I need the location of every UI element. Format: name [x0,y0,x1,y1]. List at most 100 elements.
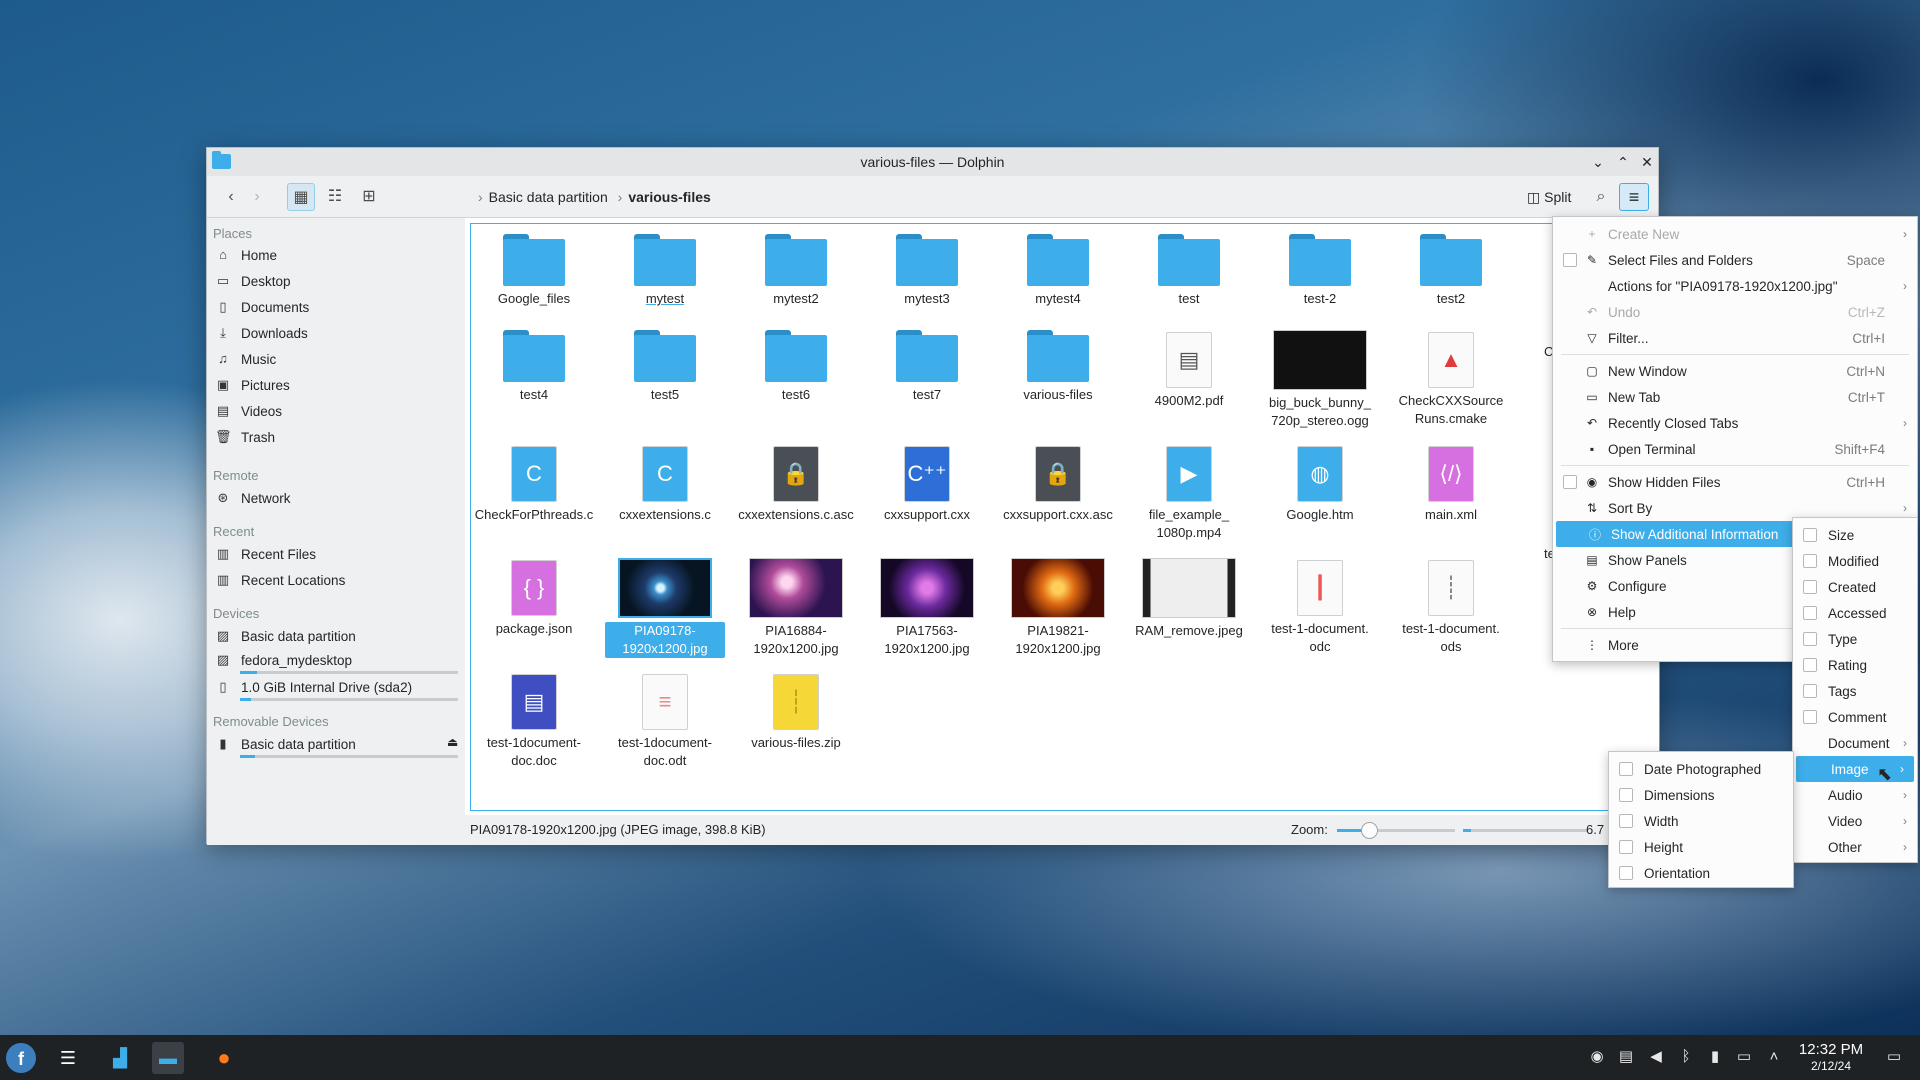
sidebar-item-desktop[interactable]: ▭ Desktop [215,270,291,292]
folder-item[interactable]: various-files [998,330,1118,404]
menu-item-new-window[interactable]: ▢ New Window Ctrl+N [1553,358,1917,384]
sidebar-item-recent-locations[interactable]: ▥ Recent Locations [215,569,345,591]
breadcrumb-item[interactable]: Basic data partition [489,189,608,205]
menu-item-filter[interactable]: ▽ Filter... Ctrl+I [1553,325,1917,351]
maximize-button[interactable]: ⌃ [1614,153,1632,171]
folder-item[interactable]: test [1129,234,1249,308]
clock-date[interactable]: 2/12/24 [1793,1059,1869,1073]
checkbox[interactable] [1803,554,1817,568]
menu-item-height[interactable]: Height [1609,834,1793,860]
menu-item-tags[interactable]: Tags [1793,678,1917,704]
checkbox[interactable] [1803,710,1817,724]
file-item[interactable]: { } package.json [474,558,594,638]
eject-icon[interactable]: ⏏ [447,735,458,749]
menu-item-video[interactable]: Video › [1793,808,1917,834]
file-item[interactable]: ▤ 4900M2.pdf [1129,330,1249,410]
menu-item-created[interactable]: Created [1793,574,1917,600]
menu-item-undo[interactable]: ↶ Undo Ctrl+Z [1553,299,1917,325]
checkbox[interactable] [1803,684,1817,698]
menu-item-dimensions[interactable]: Dimensions [1609,782,1793,808]
file-item[interactable]: RAM_remove.jpeg [1129,558,1249,640]
show-desktop-icon[interactable]: ▭ [1884,1047,1904,1067]
split-button[interactable]: ◫ Split [1523,183,1575,211]
sidebar-item-documents[interactable]: ▯ Documents [215,296,309,318]
clipboard-icon[interactable]: ▤ [1616,1047,1636,1067]
sidebar-item-music[interactable]: ♫ Music [215,348,276,370]
menu-item-create-new[interactable]: + Create New › [1553,221,1917,247]
file-item[interactable]: PIA09178- 1920x1200.jpg [605,558,725,658]
folder-item[interactable]: test5 [605,330,725,404]
menu-item-open-terminal[interactable]: ▪ Open Terminal Shift+F4 [1553,436,1917,462]
sidebar-item-network[interactable]: ⊛ Network [215,487,291,509]
folder-item[interactable]: mytest [605,234,725,308]
sidebar-item-videos[interactable]: ▤ Videos [215,400,282,422]
folder-item[interactable]: mytest3 [867,234,987,308]
zoom-slider[interactable] [1337,822,1455,839]
file-item[interactable]: PIA17563- 1920x1200.jpg [867,558,987,658]
checkbox[interactable] [1619,840,1633,854]
menu-item-new-tab[interactable]: ▭ New Tab Ctrl+T [1553,384,1917,410]
menu-item-orientation[interactable]: Orientation [1609,860,1793,886]
file-item[interactable]: C CheckForPthreads.c [474,444,594,524]
menu-item-actions-for-pia09178-1920x1200-jpg[interactable]: Actions for "PIA09178-1920x1200.jpg" › [1553,273,1917,299]
settings-icon[interactable]: ☰ [52,1042,84,1074]
checkbox[interactable] [1803,580,1817,594]
checkbox[interactable] [1803,606,1817,620]
menu-item-width[interactable]: Width [1609,808,1793,834]
file-item[interactable]: ⟨/⟩ main.xml [1391,444,1511,524]
sidebar-item-recent-files[interactable]: ▥ Recent Files [215,543,316,565]
clock-time[interactable]: 12:32 PM [1793,1041,1869,1058]
file-item[interactable]: C⁺⁺ cxxsupport.cxx [867,444,987,524]
display-icon[interactable]: ▭ [1734,1047,1754,1067]
menu-item-select-files-and-folders[interactable]: ✎ Select Files and Folders Space [1553,247,1917,273]
checkbox[interactable] [1619,866,1633,880]
sidebar-item-device[interactable]: ▨ fedora_mydesktop [215,649,352,671]
sidebar-item-home[interactable]: ⌂ Home [215,244,277,266]
volume-icon[interactable]: ◀ [1646,1047,1666,1067]
file-item[interactable]: PIA16884- 1920x1200.jpg [736,558,856,658]
folder-item[interactable]: mytest2 [736,234,856,308]
menu-item-recently-closed-tabs[interactable]: ↶ Recently Closed Tabs › [1553,410,1917,436]
sidebar-item-device[interactable]: ▯ 1.0 GiB Internal Drive (sda2) [215,676,412,698]
folder-item[interactable]: test4 [474,330,594,404]
checkbox[interactable] [1619,762,1633,776]
menu-item-date-photographed[interactable]: Date Photographed [1609,756,1793,782]
tree-view-button[interactable]: ⊞ [355,183,383,211]
menu-item-size[interactable]: Size [1793,522,1917,548]
folder-item[interactable]: mytest4 [998,234,1118,308]
folder-item[interactable]: test6 [736,330,856,404]
sidebar-item-removable[interactable]: ▮ Basic data partition [215,733,355,755]
hamburger-menu-button[interactable]: ≡ [1619,183,1649,211]
file-item[interactable]: 🔒 cxxextensions.c.asc [736,444,856,524]
file-item[interactable]: ≡ test-1document-doc.odt [605,672,725,770]
menu-item-other[interactable]: Other › [1793,834,1917,860]
checkbox[interactable] [1803,632,1817,646]
back-button[interactable]: ‹ [217,183,245,211]
menu-item-image[interactable]: Image › [1796,756,1914,782]
folder-item[interactable]: test2 [1391,234,1511,308]
checkbox[interactable] [1619,788,1633,802]
expand-tray-icon[interactable]: ˄ [1764,1047,1784,1067]
file-item[interactable]: ┃ test-1-document. odc [1260,558,1380,656]
file-item[interactable]: big_buck_bunny_ 720p_stereo.ogg [1260,330,1380,430]
zoom-slider-handle[interactable] [1361,822,1378,839]
file-item[interactable]: ◍ Google.htm [1260,444,1380,524]
file-item[interactable]: PIA19821- 1920x1200.jpg [998,558,1118,658]
checkbox[interactable] [1619,814,1633,828]
checkbox[interactable] [1803,528,1817,542]
checkbox[interactable] [1803,658,1817,672]
minimize-button[interactable]: ⌄ [1589,153,1607,171]
file-view[interactable]: Google_files mytest mytest2 mytest3 mytest4 t… [470,223,1660,811]
discover-icon[interactable]: ▟ [104,1042,136,1074]
file-item[interactable]: ▤ test-1document-doc.doc [474,672,594,770]
icons-view-button[interactable]: ▦ [287,183,315,211]
menu-item-type[interactable]: Type [1793,626,1917,652]
breadcrumb-current[interactable]: various-files [628,189,710,205]
folder-item[interactable]: test-2 [1260,234,1380,308]
sidebar-item-downloads[interactable]: ⤓ Downloads [215,322,308,344]
file-item[interactable]: Ccxxextensions.c [605,444,725,524]
dolphin-taskbar-icon[interactable]: ▬ [152,1042,184,1074]
menu-item-accessed[interactable]: Accessed [1793,600,1917,626]
file-item[interactable]: ┆ various-files.zip [736,672,856,752]
forward-button[interactable]: › [243,183,271,211]
